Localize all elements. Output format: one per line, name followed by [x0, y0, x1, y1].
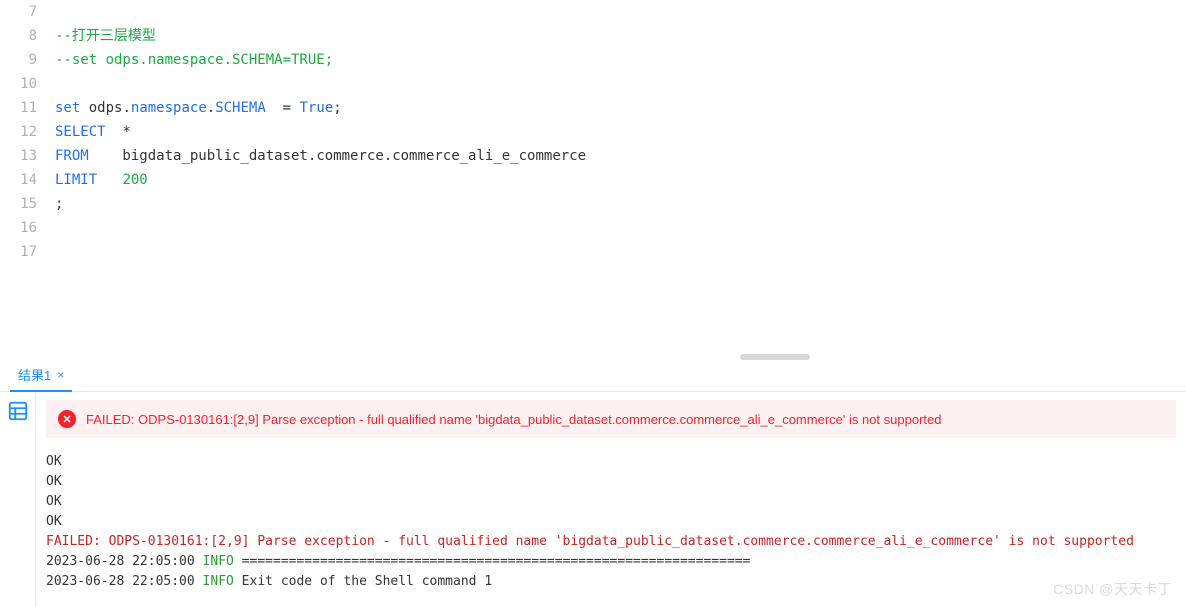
line-number: 11	[0, 96, 37, 120]
results-tabs: 结果1 ×	[0, 360, 1186, 392]
line-number: 12	[0, 120, 37, 144]
code-line[interactable]	[55, 240, 1186, 264]
code-line[interactable]: --set odps.namespace.SCHEMA=TRUE;	[55, 48, 1186, 72]
line-number: 16	[0, 216, 37, 240]
code-line[interactable]: ;	[55, 192, 1186, 216]
tab-result-1[interactable]: 结果1 ×	[10, 359, 72, 392]
tab-label: 结果1	[18, 365, 51, 384]
code-content[interactable]: --打开三层模型--set odps.namespace.SCHEMA=TRUE…	[55, 0, 1186, 360]
code-editor[interactable]: 7891011121314151617 --打开三层模型--set odps.n…	[0, 0, 1186, 360]
line-number: 10	[0, 72, 37, 96]
code-line[interactable]: SELECT *	[55, 120, 1186, 144]
log-line: 2023-06-28 22:05:00 INFO ===============…	[46, 552, 1176, 572]
results-panel: ✕ FAILED: ODPS-0130161:[2,9] Parse excep…	[0, 392, 1186, 607]
line-number: 8	[0, 24, 37, 48]
results-sidebar	[0, 392, 36, 607]
close-icon[interactable]: ×	[57, 368, 64, 382]
line-number: 7	[0, 0, 37, 24]
log-line: OK	[46, 492, 1176, 512]
line-number: 15	[0, 192, 37, 216]
line-gutter: 7891011121314151617	[0, 0, 55, 360]
code-line[interactable]: FROM bigdata_public_dataset.commerce.com…	[55, 144, 1186, 168]
code-line[interactable]	[55, 216, 1186, 240]
error-icon-glyph: ✕	[62, 413, 71, 426]
code-line[interactable]	[55, 0, 1186, 24]
line-number: 13	[0, 144, 37, 168]
line-number: 17	[0, 240, 37, 264]
line-number: 9	[0, 48, 37, 72]
log-line: 2023-06-28 22:05:00 INFO Exit code of th…	[46, 572, 1176, 592]
code-line[interactable]: --打开三层模型	[55, 24, 1186, 48]
error-banner: ✕ FAILED: ODPS-0130161:[2,9] Parse excep…	[46, 400, 1176, 438]
code-line[interactable]: LIMIT 200	[55, 168, 1186, 192]
log-line: OK	[46, 452, 1176, 472]
log-line: OK	[46, 512, 1176, 532]
log-output: OKOKOKOKFAILED: ODPS-0130161:[2,9] Parse…	[46, 452, 1176, 592]
horizontal-scroll-thumb[interactable]	[740, 354, 810, 360]
error-icon: ✕	[58, 410, 76, 428]
code-line[interactable]: set odps.namespace.SCHEMA = True;	[55, 96, 1186, 120]
results-body: ✕ FAILED: ODPS-0130161:[2,9] Parse excep…	[36, 392, 1186, 607]
log-line: FAILED: ODPS-0130161:[2,9] Parse excepti…	[46, 532, 1176, 552]
code-line[interactable]	[55, 72, 1186, 96]
error-message: FAILED: ODPS-0130161:[2,9] Parse excepti…	[86, 412, 941, 427]
results-icon[interactable]	[7, 400, 29, 422]
log-line: OK	[46, 472, 1176, 492]
line-number: 14	[0, 168, 37, 192]
